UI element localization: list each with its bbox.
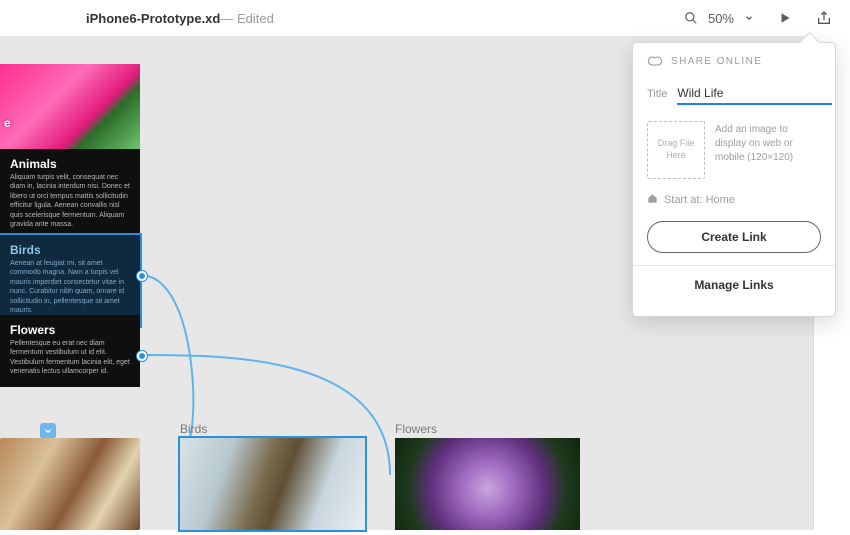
artboard-thumb-animals[interactable]	[0, 438, 140, 530]
artboard-thumb-flowers[interactable]	[395, 438, 580, 530]
start-at-row[interactable]: Start at: Home	[647, 189, 821, 221]
list-item-body: Aliquam turpis velit, consequat nec diam…	[0, 173, 140, 240]
artboard-thumb-birds[interactable]	[180, 438, 365, 530]
list-item-flowers[interactable]: Flowers Pellentesque eu erat nec diam fe…	[0, 315, 140, 387]
title-field-label: Title	[647, 88, 667, 100]
share-icon[interactable]	[816, 10, 832, 26]
zoom-level[interactable]: 50%	[708, 11, 734, 26]
scroll-indicator-icon[interactable]	[40, 423, 56, 439]
list-item-birds[interactable]: Birds Aenean at feugiat mi, sit amet com…	[0, 235, 140, 326]
manage-links-button[interactable]: Manage Links	[647, 266, 821, 304]
artboard-hero-image[interactable]	[0, 64, 140, 149]
window-title-bar: iPhone6-Prototype.xd — Edited 50%	[0, 0, 850, 36]
create-link-button[interactable]: Create Link	[647, 221, 821, 253]
play-icon[interactable]	[778, 11, 792, 25]
list-item-animals[interactable]: Animals Aliquam turpis velit, consequat …	[0, 149, 140, 240]
search-icon[interactable]	[684, 11, 698, 25]
start-at-label: Start at: Home	[664, 194, 735, 206]
creative-cloud-icon	[647, 55, 663, 67]
list-item-title: Birds	[0, 235, 140, 259]
list-item-title: Animals	[0, 149, 140, 173]
artboard-label[interactable]: Flowers	[395, 422, 437, 436]
list-item-title: Flowers	[0, 315, 140, 339]
wire-handle[interactable]	[137, 271, 147, 281]
share-online-popover: SHARE ONLINE Title Drag File Here Add an…	[632, 42, 836, 317]
home-icon	[647, 193, 658, 207]
dropzone-text: Drag File Here	[648, 138, 704, 161]
wire-handle[interactable]	[137, 351, 147, 361]
artboard-label[interactable]: Birds	[180, 422, 207, 436]
document-edited-state: — Edited	[220, 11, 273, 26]
chevron-down-icon[interactable]	[744, 13, 754, 23]
manage-links-label: Manage Links	[694, 278, 773, 292]
document-filename: iPhone6-Prototype.xd	[86, 11, 220, 26]
dropzone-help: Add an image to display on web or mobile…	[715, 121, 821, 179]
title-input[interactable]	[677, 83, 832, 105]
thumbnail-dropzone[interactable]: Drag File Here	[647, 121, 705, 179]
artboard-hero-label: e	[4, 116, 11, 130]
popover-heading: SHARE ONLINE	[671, 56, 762, 67]
list-item-body: Pellentesque eu erat nec diam fermentum …	[0, 339, 140, 387]
create-link-label: Create Link	[701, 230, 766, 244]
